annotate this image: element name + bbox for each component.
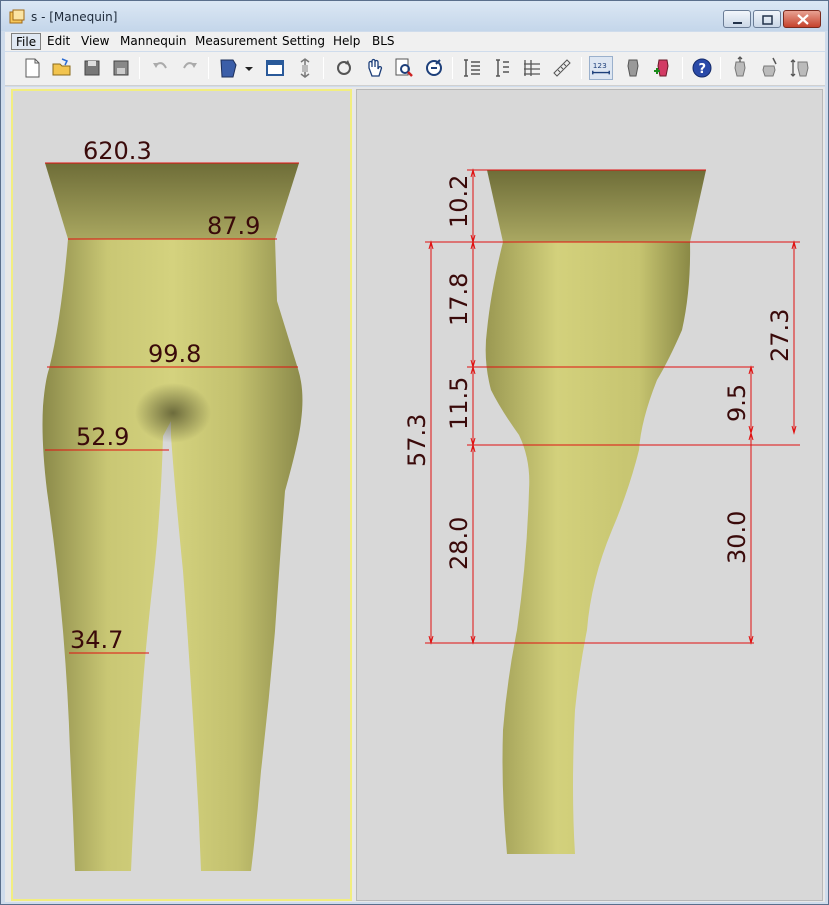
side-body (485, 170, 706, 854)
front-view-canvas[interactable]: 620.3 87.9 99.8 52.9 34.7 (13, 91, 350, 899)
rotate-icon[interactable] (332, 56, 356, 80)
save-as-icon[interactable] (109, 56, 133, 80)
menu-setting[interactable]: Setting (278, 33, 329, 50)
measure-hip: 99.8 (148, 340, 201, 368)
body-cut-icon[interactable] (758, 56, 782, 80)
minimize-button[interactable] (723, 10, 751, 28)
menu-view[interactable]: View (77, 33, 113, 50)
app-icon (9, 9, 25, 24)
window-icon[interactable] (263, 56, 287, 80)
measure-side-30-0: 30.0 (723, 511, 751, 564)
menu-bar: File Edit View Mannequin Measurement Set… (5, 32, 825, 51)
body-height-icon[interactable] (788, 56, 812, 80)
body-front-icon[interactable] (621, 56, 645, 80)
measure-vertical-2-icon[interactable] (490, 56, 514, 80)
maximize-button[interactable] (753, 10, 781, 28)
close-button[interactable] (783, 10, 821, 28)
undo-icon[interactable] (148, 56, 172, 80)
pan-hand-icon[interactable] (362, 56, 386, 80)
measure-top: 620.3 (83, 137, 152, 165)
restore-icon (762, 15, 773, 25)
measure-vertical-icon[interactable] (460, 56, 484, 80)
menu-mannequin[interactable]: Mannequin (116, 33, 190, 50)
measure-side-27-3: 27.3 (766, 309, 794, 362)
front-body (42, 163, 303, 871)
title-bar[interactable]: s - [Manequin] (1, 1, 828, 31)
side-view-canvas[interactable]: 10.2 17.8 11.5 57.3 28.0 27.3 9.5 30.0 (357, 90, 822, 900)
menu-file[interactable]: File (11, 33, 42, 50)
measure-side-57-3: 57.3 (403, 414, 431, 467)
redo-icon[interactable] (178, 56, 202, 80)
menu-bls[interactable]: BLS (368, 33, 399, 50)
close-icon (797, 14, 809, 25)
front-view-panel[interactable]: 620.3 87.9 99.8 52.9 34.7 (11, 89, 352, 901)
open-folder-icon[interactable] (50, 56, 74, 80)
measure-side-9-5: 9.5 (723, 384, 751, 422)
measure-thigh: 52.9 (76, 423, 129, 451)
body-top-icon[interactable] (728, 56, 752, 80)
measure-side-17-8: 17.8 (445, 273, 473, 326)
number-label-icon[interactable]: 123 (589, 56, 613, 80)
minimize-icon (733, 22, 742, 24)
measure-waist: 87.9 (207, 212, 260, 240)
side-view-panel[interactable]: 10.2 17.8 11.5 57.3 28.0 27.3 9.5 30.0 (356, 89, 823, 901)
fit-icon[interactable] (293, 56, 317, 80)
ruler-icon[interactable] (550, 56, 574, 80)
window-title: s - [Manequin] (31, 10, 118, 24)
measure-side-28-0: 28.0 (445, 517, 473, 570)
measure-side-10-2: 10.2 (445, 175, 473, 228)
toolbar: 123 ? (5, 52, 825, 86)
model-icon[interactable] (216, 56, 240, 80)
measure-knee: 34.7 (70, 626, 123, 654)
help-icon[interactable]: ? (690, 56, 714, 80)
measure-grid-icon[interactable] (520, 56, 544, 80)
body-add-icon[interactable] (651, 56, 675, 80)
menu-measurement[interactable]: Measurement (191, 33, 281, 50)
svg-text:123: 123 (593, 61, 607, 70)
menu-help[interactable]: Help (329, 33, 364, 50)
save-icon[interactable] (80, 56, 104, 80)
new-file-icon[interactable] (20, 56, 44, 80)
menu-edit[interactable]: Edit (43, 33, 74, 50)
zoom-icon[interactable] (392, 56, 416, 80)
reset-view-icon[interactable] (422, 56, 446, 80)
measure-side-11-5: 11.5 (445, 377, 473, 430)
app-window: s - [Manequin] File Edit View Mannequin … (0, 0, 829, 905)
dropdown-arrow-icon[interactable] (243, 56, 255, 80)
svg-text:?: ? (699, 62, 707, 77)
mdi-client: 620.3 87.9 99.8 52.9 34.7 10.2 17.8 11.5… (5, 87, 825, 902)
